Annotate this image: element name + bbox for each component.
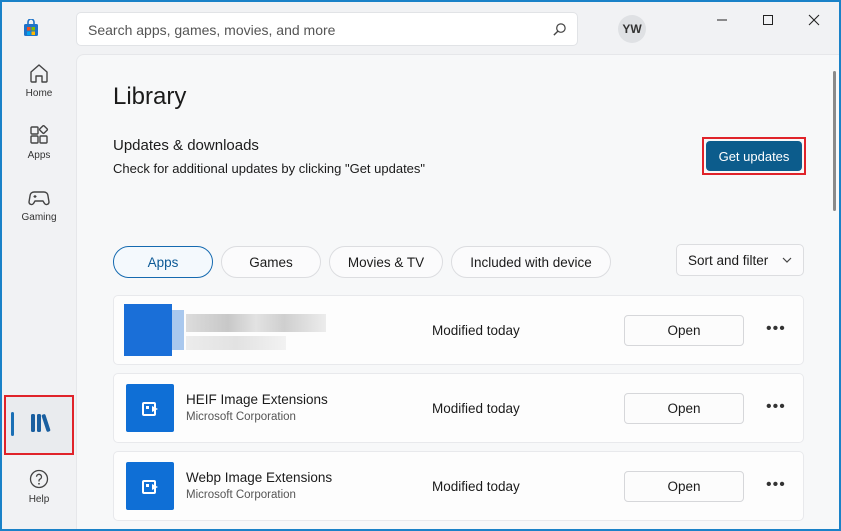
blurred-region <box>186 336 286 350</box>
image-extension-icon <box>142 480 158 494</box>
sidebar-item-label: Home <box>25 88 53 99</box>
modified-status: Modified today <box>432 479 520 494</box>
updates-title: Updates & downloads <box>113 137 259 154</box>
page-title: Library <box>113 83 187 110</box>
app-publisher: Microsoft Corporation <box>186 411 296 423</box>
app-icon <box>126 384 174 432</box>
modified-status: Modified today <box>432 401 520 416</box>
modified-status: Modified today <box>432 323 520 338</box>
app-name: Webp Image Extensions <box>186 470 333 485</box>
maximize-button[interactable] <box>758 10 778 30</box>
sidebar-item-library[interactable] <box>4 395 74 455</box>
filter-apps[interactable]: Apps <box>113 246 213 278</box>
sidebar-item-help[interactable]: Help <box>2 468 76 505</box>
minimize-button[interactable] <box>712 10 732 30</box>
sidebar-item-label: Apps <box>27 150 51 161</box>
search-box[interactable]: Search apps, games, movies, and more <box>76 12 578 46</box>
more-options-icon[interactable]: ••• <box>766 398 786 416</box>
home-icon <box>30 64 48 83</box>
app-row[interactable]: HEIF Image Extensions Microsoft Corporat… <box>113 373 804 443</box>
app-name: HEIF Image Extensions <box>186 392 328 407</box>
filter-movies-tv[interactable]: Movies & TV <box>329 246 443 278</box>
user-avatar[interactable]: YW <box>618 15 646 43</box>
active-indicator <box>11 412 14 436</box>
library-icon <box>31 414 51 432</box>
open-button[interactable]: Open <box>624 471 744 502</box>
search-input[interactable]: Search apps, games, movies, and more <box>88 22 335 38</box>
filter-games[interactable]: Games <box>221 246 321 278</box>
app-icon <box>126 462 174 510</box>
filter-included-with-device[interactable]: Included with device <box>451 246 611 278</box>
store-window: Search apps, games, movies, and more YW … <box>2 2 839 529</box>
open-button[interactable]: Open <box>624 315 744 346</box>
more-options-icon[interactable]: ••• <box>766 320 786 338</box>
sidebar-item-apps[interactable]: Apps <box>2 124 76 161</box>
close-icon <box>808 14 820 26</box>
gaming-icon <box>28 191 50 206</box>
sort-and-filter-button[interactable]: Sort and filter <box>676 244 804 276</box>
app-row[interactable]: Modified today Open ••• <box>113 295 804 365</box>
scrollbar-thumb[interactable] <box>833 71 836 211</box>
updates-description: Check for additional updates by clicking… <box>113 161 426 176</box>
chevron-down-icon <box>782 257 792 263</box>
search-icon[interactable] <box>552 22 567 37</box>
blurred-region <box>172 310 184 350</box>
get-updates-highlight: Get updates <box>702 137 806 175</box>
minimize-icon <box>717 19 727 21</box>
store-logo-icon[interactable] <box>22 19 40 37</box>
more-options-icon[interactable]: ••• <box>766 476 786 494</box>
close-button[interactable] <box>804 10 824 30</box>
sidebar-item-home[interactable]: Home <box>2 62 76 99</box>
get-updates-button[interactable]: Get updates <box>706 141 802 171</box>
image-extension-icon <box>142 402 158 416</box>
app-row[interactable]: Webp Image Extensions Microsoft Corporat… <box>113 451 804 521</box>
sidebar-item-label: Gaming <box>21 212 57 223</box>
app-publisher: Microsoft Corporation <box>186 489 296 501</box>
blurred-region <box>186 314 326 332</box>
sidebar-item-gaming[interactable]: Gaming <box>2 186 76 223</box>
open-button[interactable]: Open <box>624 393 744 424</box>
library-pane: Library Updates & downloads Check for ad… <box>76 54 839 529</box>
blurred-app-icon <box>124 304 172 356</box>
maximize-icon <box>763 15 773 25</box>
help-icon <box>29 469 49 489</box>
sort-label: Sort and filter <box>688 253 769 268</box>
sidebar-item-label: Help <box>28 494 50 505</box>
apps-icon <box>30 124 49 144</box>
